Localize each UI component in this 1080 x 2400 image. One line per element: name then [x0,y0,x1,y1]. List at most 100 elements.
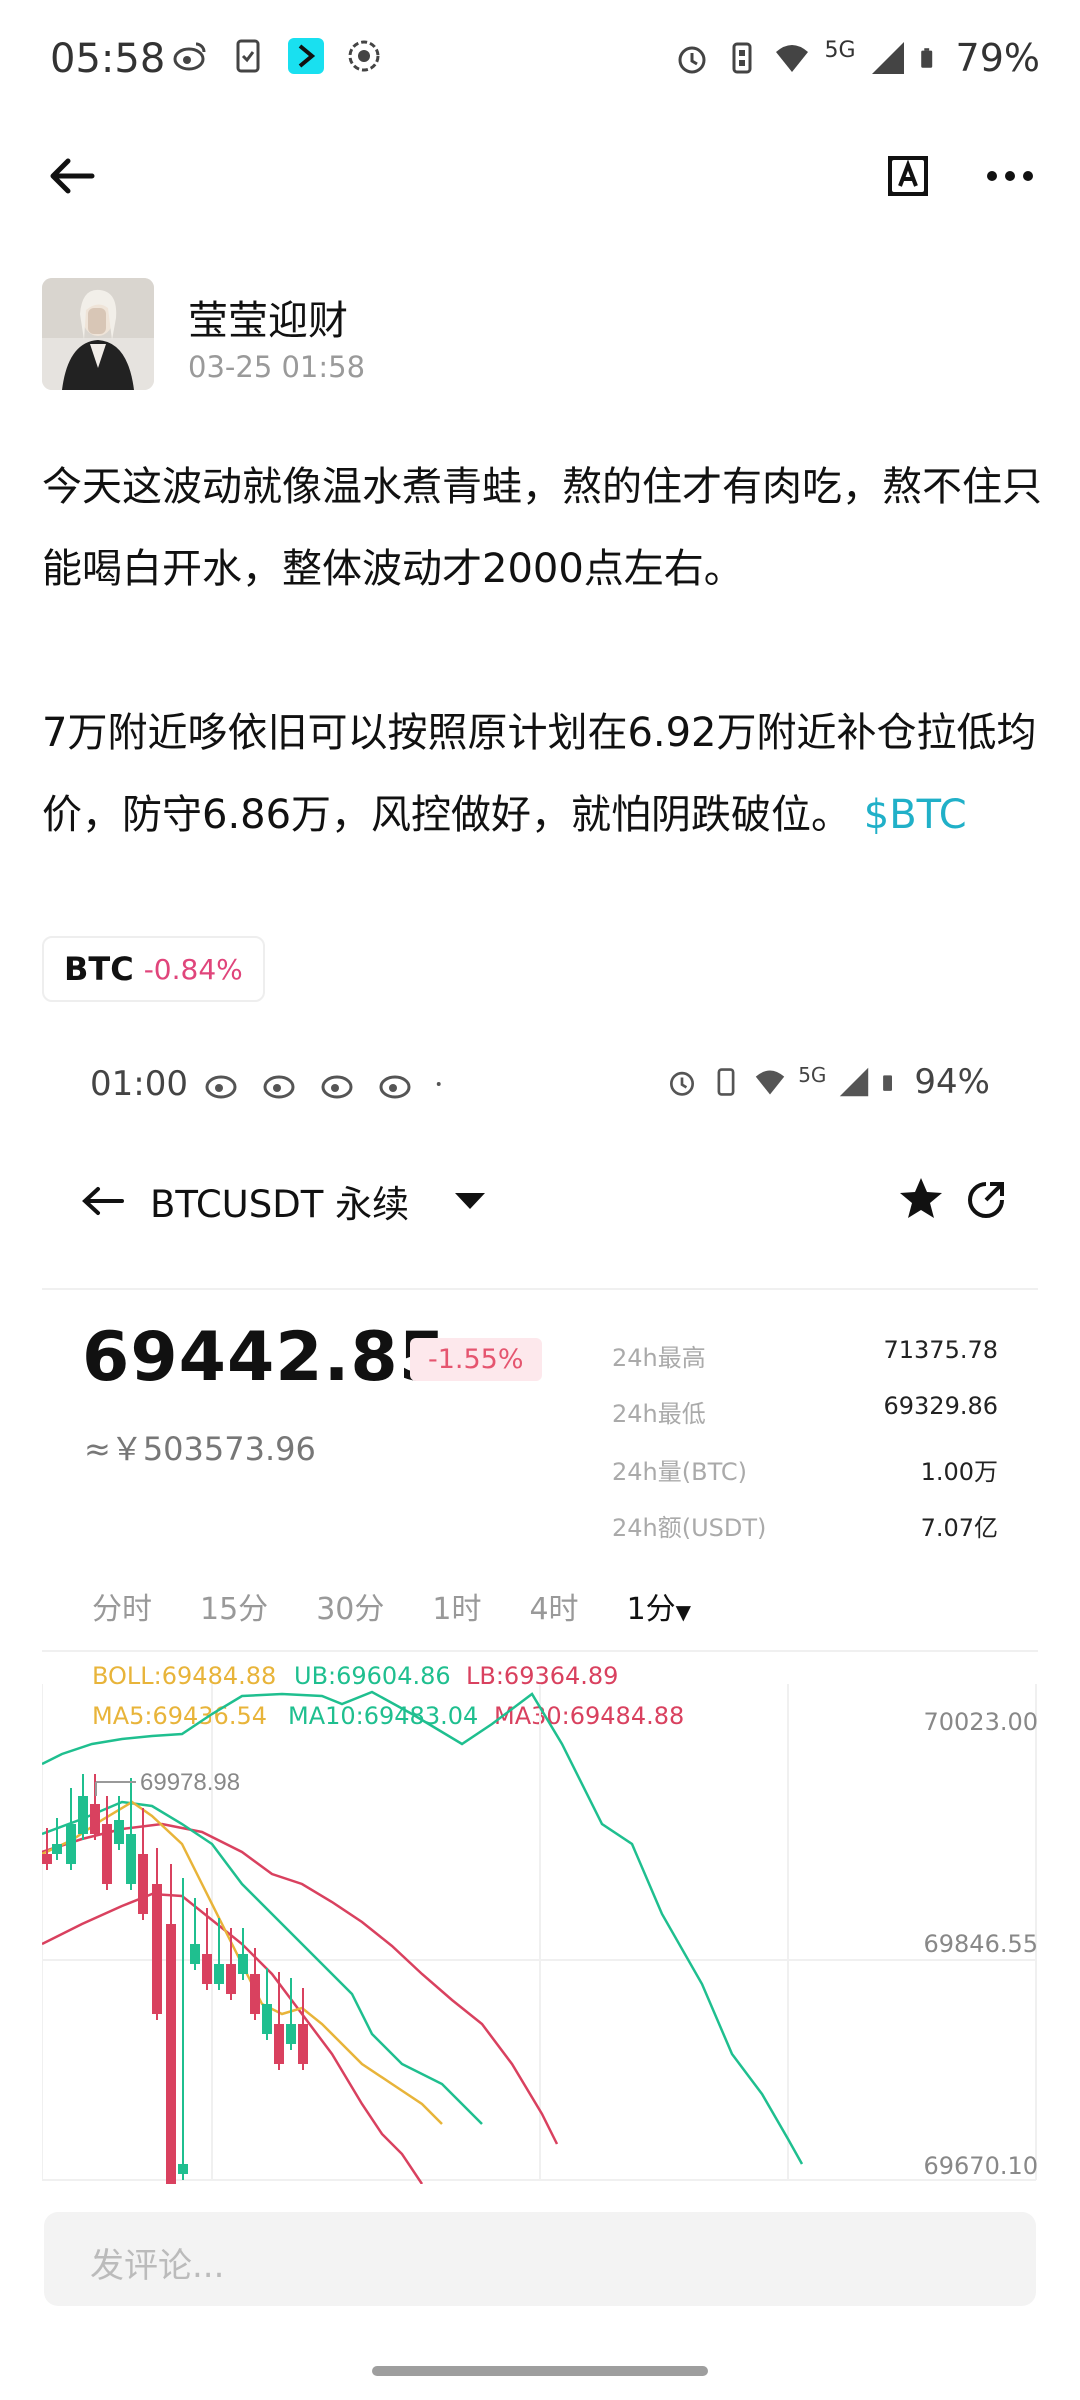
mid-band-line [42,1822,559,2145]
tab-1m-label: 1分 [626,1592,676,1627]
avatar-image [42,278,154,390]
candle-body [250,1974,260,2014]
home-indicator[interactable] [372,2366,708,2376]
screen-record-icon [348,40,380,72]
tab-timeline[interactable]: 分时 [92,1584,152,1628]
back-arrow-icon[interactable] [46,150,98,202]
avatar[interactable] [42,278,154,390]
y-tick: 69670.10 [923,2152,1038,2180]
interval-tabs: 分时 15分 30分 1时 4时 1分 ▼ [92,1584,739,1628]
hashtag-link[interactable]: $BTC [864,792,967,838]
translate-icon[interactable] [884,152,932,200]
wifi-icon [776,45,809,72]
candle-body [52,1844,62,1854]
candle-body [178,2164,188,2174]
embedded-system-icons: 5G 94% [666,1062,990,1102]
status-time: 05:58 [50,36,166,82]
coin-change: -0.84% [143,952,243,986]
candle-body [78,1796,88,1834]
embedded-notification-icons [204,1066,450,1102]
stat-label: 24h最高 [612,1344,706,1372]
stat-label: 24h量(BTC) [612,1458,747,1486]
coin-chip[interactable]: BTC -0.84% [42,936,265,1002]
author-name[interactable]: 莹莹迎财 [188,288,348,346]
high-marker-label: 69978.98 [140,1769,240,1796]
signal-icon [840,1067,869,1097]
candle-body [114,1820,124,1844]
post-paragraph: 今天这波动就像温水煮青蛙，熬的住才有肉吃，熬不住只能喝白开水，整体波动才2000… [42,464,1042,592]
last-price: 69442.85 [82,1318,448,1397]
candle-body [126,1834,136,1884]
candle-body [90,1804,100,1834]
embedded-status-time: 01:00 [90,1064,188,1104]
battery-percent: 79% [955,36,1040,80]
tab-4h[interactable]: 4时 [529,1584,578,1628]
embedded-network-type: 5G [798,1063,827,1087]
tab-15m[interactable]: 15分 [200,1584,268,1628]
y-tick: 70023.00 [923,1708,1038,1736]
battery-icon [920,48,932,68]
caret-down-icon: ▼ [675,1600,692,1624]
stat-value: 71375.78 [883,1336,998,1364]
candle-body [226,1964,236,1994]
embedded-battery-percent: 94% [914,1062,990,1102]
weibo-icon [321,1075,353,1099]
stat-label: 24h最低 [612,1400,706,1428]
alarm-icon [670,1071,695,1096]
post-body: 今天这波动就像温水煮青蛙，熬的住才有肉吃，熬不住只能喝白开水，整体波动才2000… [42,446,1042,856]
dot-icon [436,1082,441,1086]
post-paragraph: 7万附近哆依旧可以按照原计划在6.92万附近补仓拉低均价，防守6.86万，风控做… [42,692,1042,856]
tab-1h[interactable]: 1时 [432,1584,481,1628]
candle-body [102,1824,112,1884]
stat-value: 1.00万 [920,1458,998,1486]
tab-30m[interactable]: 30分 [316,1584,384,1628]
app-s-icon [288,38,324,74]
candle-body [286,2024,296,2044]
candle-body [202,1954,212,1984]
candle-body [262,2004,272,2034]
weibo-icon [205,1075,237,1099]
more-options-icon[interactable] [986,162,1034,190]
tab-1m[interactable]: 1分 ▼ [627,1584,691,1628]
candle-body [42,1854,52,1864]
share-icon[interactable] [966,1180,1006,1220]
stat-value: 7.07亿 [920,1514,998,1542]
comment-input[interactable]: 发评论... [44,2212,1036,2306]
candle-body [190,1944,200,1964]
grid [42,1684,1037,2181]
weibo-icon [263,1075,295,1099]
candle-body [152,1884,162,2014]
comment-placeholder: 发评论... [90,2246,225,2286]
alarm-icon [678,46,706,74]
candle-body [274,2024,284,2064]
star-icon[interactable] [898,1176,944,1222]
status-notification-icons [172,38,382,74]
candle-body [298,2024,308,2064]
divider [42,1288,1038,1290]
kline-chart[interactable]: 69978.98 [42,1684,1038,2184]
wifi-icon [755,1070,785,1095]
candle-body [238,1954,248,1974]
candle-body [166,1924,176,2184]
vibrate-icon [732,42,752,74]
vibrate-icon [717,1068,735,1096]
pair-name: BTCUSDT 永续 [150,1183,410,1226]
pair-header[interactable]: BTCUSDT 永续 [80,1174,487,1228]
post-timestamp: 03-25 01:58 [188,350,366,384]
status-system-icons: 5G 79% [674,36,1040,80]
candle-body [214,1964,224,1984]
stat-label: 24h额(USDT) [612,1514,767,1542]
candles [42,1774,308,2184]
caret-down-icon[interactable] [453,1191,487,1211]
price-change-badge: -1.55% [410,1338,542,1381]
back-arrow-icon[interactable] [80,1181,126,1221]
stat-value: 69329.86 [883,1392,998,1420]
phone-sync-icon [236,39,260,73]
divider [42,1650,1038,1652]
signal-icon [871,42,904,74]
cny-price: ≈￥503573.96 [84,1430,316,1468]
high-marker: 69978.98 [95,1769,240,1796]
candle-body [66,1824,76,1864]
candle-body [138,1854,148,1914]
weibo-icon [173,42,206,71]
